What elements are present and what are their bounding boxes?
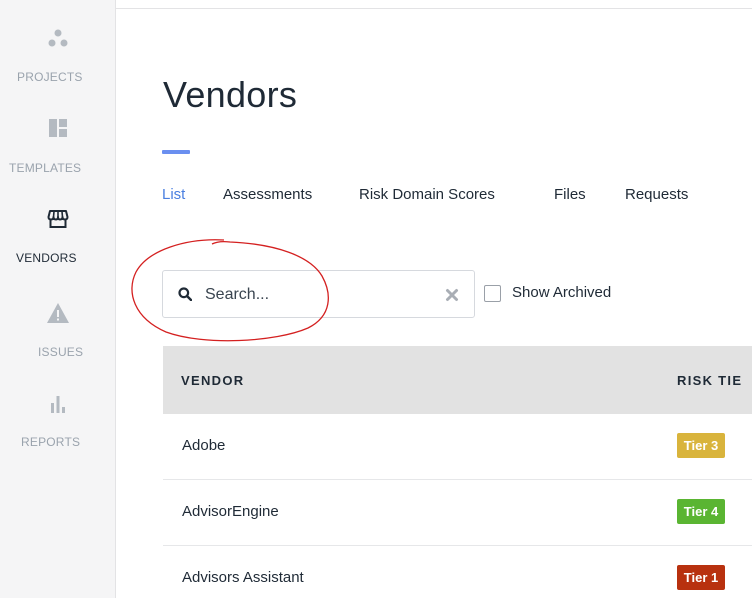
tab-risk-domain-scores[interactable]: Risk Domain Scores [359, 186, 495, 203]
table-row[interactable]: Advisors Assistant Tier 1 [163, 546, 752, 598]
tab-files[interactable]: Files [554, 186, 586, 203]
top-divider [116, 0, 752, 9]
sidebar: PROJECTS TEMPLATES VENDORS ISSUES REPORT… [0, 0, 116, 598]
search-icon [178, 287, 192, 301]
vendor-name[interactable]: Adobe [182, 437, 225, 454]
sidebar-item-templates[interactable]: TEMPLATES [0, 118, 116, 180]
show-archived-label[interactable]: Show Archived [512, 284, 611, 301]
table-row[interactable]: Adobe Tier 3 [163, 414, 752, 480]
table-row[interactable]: AdvisorEngine Tier 4 [163, 480, 752, 546]
show-archived-checkbox[interactable] [484, 285, 501, 302]
sidebar-item-label: PROJECTS [17, 70, 83, 84]
tier-badge: Tier 1 [677, 565, 725, 590]
sidebar-item-projects[interactable]: PROJECTS [0, 28, 116, 92]
tab-requests[interactable]: Requests [625, 186, 688, 203]
table-header: VENDOR RISK TIE [163, 346, 752, 414]
search-box [162, 270, 475, 318]
sidebar-item-reports[interactable]: REPORTS [0, 394, 116, 454]
sidebar-item-label: TEMPLATES [9, 161, 82, 175]
page-title: Vendors [163, 74, 298, 115]
sidebar-item-label: REPORTS [21, 435, 81, 449]
search-input[interactable] [205, 283, 435, 307]
title-accent-bar [162, 150, 190, 154]
bar-chart-icon [51, 396, 65, 413]
sidebar-item-label: ISSUES [38, 345, 84, 359]
column-header-vendor[interactable]: VENDOR [181, 373, 244, 388]
sidebar-item-issues[interactable]: ISSUES [0, 302, 116, 364]
tab-assessments[interactable]: Assessments [223, 186, 312, 203]
sidebar-item-label: VENDORS [16, 251, 77, 265]
clear-icon[interactable] [445, 288, 459, 302]
warning-triangle-icon [47, 303, 69, 323]
storefront-icon [47, 210, 69, 228]
templates-layout-icon [49, 119, 67, 137]
tab-list[interactable]: List [162, 186, 185, 203]
column-header-risk-tier[interactable]: RISK TIE [677, 373, 742, 388]
tier-badge: Tier 4 [677, 499, 725, 524]
sidebar-item-vendors[interactable]: VENDORS [0, 208, 116, 270]
tier-badge: Tier 3 [677, 433, 725, 458]
vendor-name[interactable]: Advisors Assistant [182, 569, 304, 586]
projects-dots-icon [48, 29, 68, 47]
vendor-name[interactable]: AdvisorEngine [182, 503, 279, 520]
